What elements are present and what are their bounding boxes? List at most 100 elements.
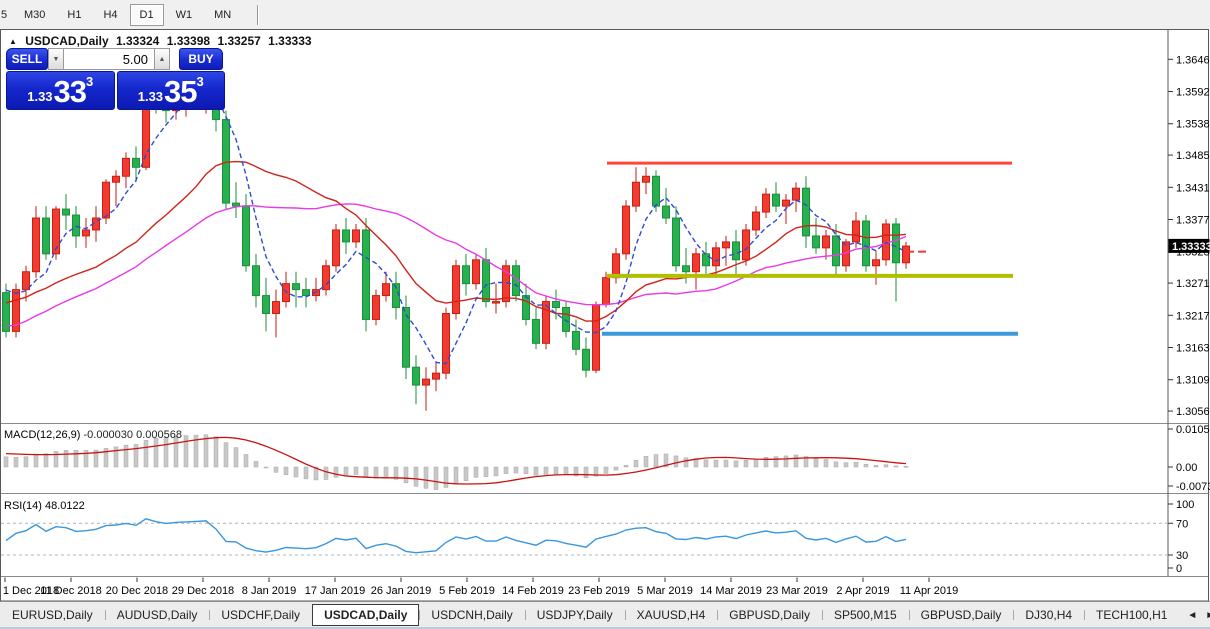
macd-histogram-bar	[504, 467, 508, 474]
macd-histogram-bar	[824, 460, 828, 467]
macd-histogram-bar	[464, 467, 468, 481]
candle-body	[333, 230, 340, 266]
rsi-label: RSI(14) 48.0122	[4, 500, 85, 512]
buy-price-button[interactable]: 1.33 35 3	[117, 71, 226, 110]
macd-histogram-bar	[774, 457, 778, 467]
candle-body	[893, 224, 900, 263]
macd-histogram-bar	[494, 467, 498, 476]
price-axis-label: 1.35920	[1176, 87, 1210, 99]
ask-price-small: 1.33	[138, 89, 163, 104]
ohlc-low: 1.33257	[217, 34, 260, 48]
timeframe-button-mn[interactable]: MN	[204, 4, 241, 26]
rsi-axis-label: 0	[1176, 563, 1182, 575]
candle-body	[703, 254, 710, 266]
candle-body	[113, 176, 120, 182]
chart-tab-audusd-daily[interactable]: AUDUSD,Daily	[105, 604, 210, 626]
collapse-icon[interactable]: ▲	[9, 37, 17, 46]
macd-histogram-bar	[224, 443, 228, 467]
candle-body	[73, 215, 80, 236]
candle-body	[363, 230, 370, 320]
candle-body	[633, 182, 640, 206]
sell-button[interactable]: SELL	[6, 48, 48, 70]
chart-tab-xauusd-h4[interactable]: XAUUSD,H4	[625, 604, 718, 626]
macd-histogram-bar	[794, 455, 798, 467]
candle-body	[523, 296, 530, 320]
date-axis-label: 11 Apr 2019	[900, 585, 959, 597]
macd-histogram-bar	[304, 467, 308, 479]
chart-tab-gbpusd-daily[interactable]: GBPUSD,Daily	[909, 604, 1014, 626]
date-axis-label: 11 Dec 2018	[40, 585, 102, 597]
candle-body	[63, 209, 70, 215]
chart-tab-dj30-h4[interactable]: DJ30,H4	[1013, 604, 1084, 626]
macd-histogram-bar	[144, 440, 148, 467]
date-axis-label: 26 Jan 2019	[371, 585, 432, 597]
candle-body	[863, 221, 870, 266]
candle-body	[753, 212, 760, 230]
candle-body	[263, 296, 270, 314]
macd-histogram-bar	[584, 467, 588, 478]
macd-histogram-bar	[644, 456, 648, 467]
macd-histogram-bar	[124, 445, 128, 467]
candle-body	[653, 176, 660, 206]
chart-tab-usdjpy-daily[interactable]: USDJPY,Daily	[525, 604, 625, 626]
candle-body	[223, 120, 230, 204]
chart-tab-eurusd-daily[interactable]: EURUSD,Daily	[0, 604, 105, 626]
macd-histogram-bar	[244, 454, 248, 467]
macd-histogram-bar	[384, 467, 388, 478]
candle-body	[233, 203, 240, 206]
macd-histogram-bar	[854, 462, 858, 467]
candle-body	[693, 254, 700, 272]
candle-body	[593, 305, 600, 371]
timeframe-button-d1[interactable]: D1	[130, 4, 164, 26]
candle-body	[623, 206, 630, 254]
volume-input[interactable]: 5.00	[64, 48, 154, 70]
date-axis-label: 14 Mar 2019	[700, 585, 762, 597]
candle-body	[643, 176, 650, 182]
timeframe-button-w1[interactable]: W1	[166, 4, 203, 26]
timeframe-button-5[interactable]: 5	[0, 4, 12, 26]
chart-tab-usdchf-daily[interactable]: USDCHF,Daily	[209, 604, 312, 626]
macd-histogram-bar	[474, 467, 478, 477]
buy-button[interactable]: BUY	[179, 48, 223, 70]
macd-histogram-bar	[624, 465, 628, 467]
tab-scroll-right-icon[interactable]: ►	[1205, 610, 1210, 621]
macd-histogram-bar	[654, 455, 658, 467]
candle-body	[33, 218, 40, 272]
price-axis-label: 1.32170	[1176, 310, 1210, 322]
chart-tab-gbpusd-daily[interactable]: GBPUSD,Daily	[717, 604, 822, 626]
volume-increase-button[interactable]: ▲	[154, 48, 170, 70]
macd-histogram-bar	[864, 464, 868, 467]
sell-price-button[interactable]: 1.33 33 3	[6, 71, 115, 110]
macd-histogram-bar	[324, 467, 328, 480]
candle-body	[813, 236, 820, 248]
timeframe-button-m30[interactable]: M30	[14, 4, 55, 26]
chart-tab-usdcnh-daily[interactable]: USDCNH,Daily	[419, 604, 524, 626]
candle-body	[83, 230, 90, 236]
macd-histogram-bar	[724, 460, 728, 467]
chart-tab-sp500-m15[interactable]: SP500,M15	[822, 604, 909, 626]
candle-body	[123, 158, 130, 176]
macd-histogram-bar	[754, 459, 758, 467]
candle-body	[293, 284, 300, 290]
macd-histogram-bar	[234, 448, 238, 467]
candle-body	[733, 242, 740, 260]
price-axis-label: 1.34315	[1176, 182, 1210, 194]
macd-histogram-bar	[284, 467, 288, 475]
macd-histogram-bar	[4, 457, 8, 467]
chart-tab-tech100-h1[interactable]: TECH100,H1	[1084, 604, 1179, 626]
volume-decrease-button[interactable]: ▼	[48, 48, 64, 70]
chart-header: ▲ USDCAD,Daily 1.33324 1.33398 1.33257 1…	[9, 34, 316, 48]
macd-histogram-bar	[704, 460, 708, 467]
one-click-trade-panel: SELL ▼ 5.00 ▲ BUY 1.33 33 3 1.33 35 3	[6, 48, 225, 110]
tab-scroll-left-icon[interactable]: ◄	[1187, 610, 1197, 621]
date-axis-label: 23 Feb 2019	[568, 585, 630, 597]
timeframe-button-h4[interactable]: H4	[93, 4, 127, 26]
candle-body	[903, 246, 910, 263]
macd-histogram-bar	[614, 467, 618, 470]
price-axis-label: 1.36460	[1176, 54, 1210, 66]
chart-tab-usdcad-daily[interactable]: USDCAD,Daily	[312, 604, 419, 626]
timeframe-button-h1[interactable]: H1	[57, 4, 91, 26]
date-axis-label: 5 Mar 2019	[637, 585, 693, 597]
price-axis-label: 1.32710	[1176, 278, 1210, 290]
date-axis-label: 17 Jan 2019	[305, 585, 366, 597]
